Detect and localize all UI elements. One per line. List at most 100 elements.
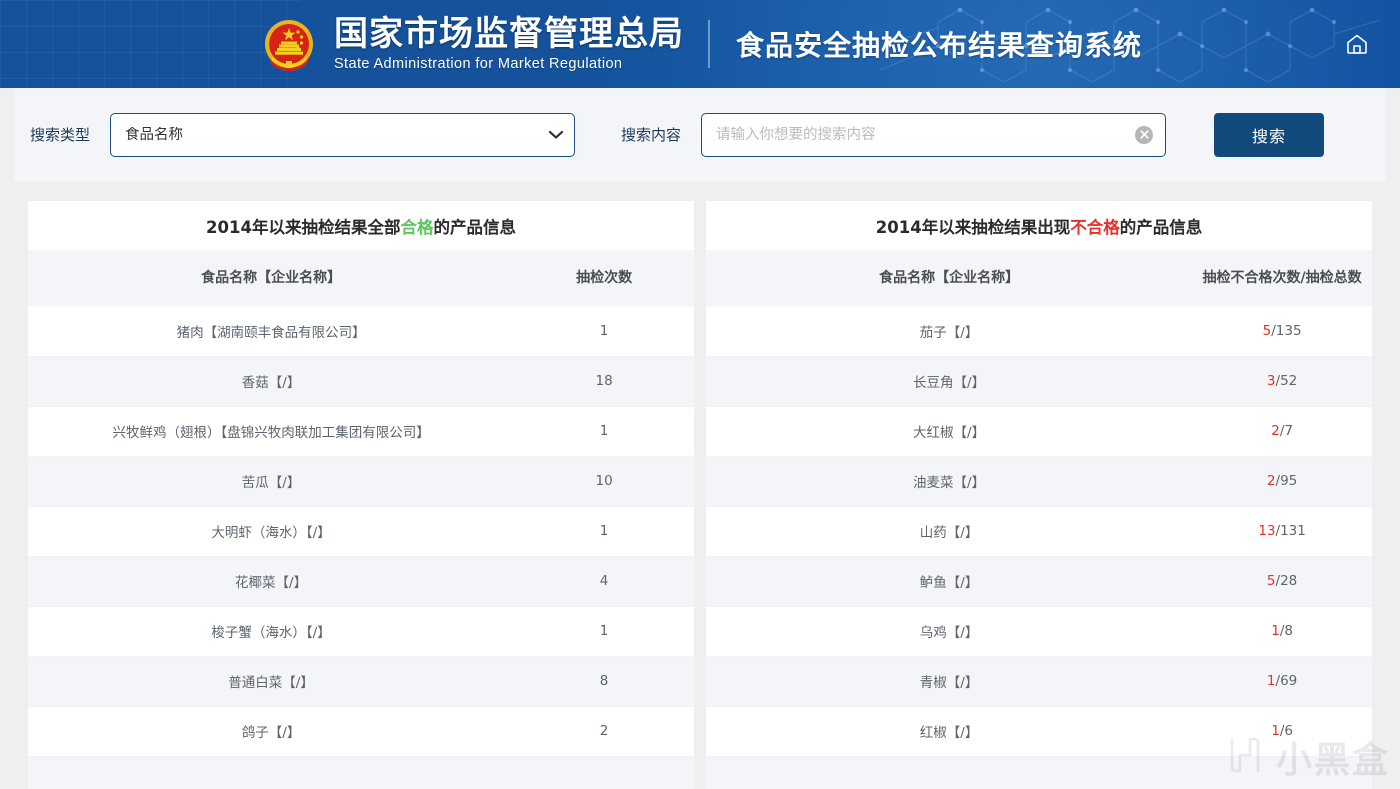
- table-row[interactable]: 乌鸡【/】 1/8: [706, 606, 1372, 657]
- table-row[interactable]: [28, 756, 694, 789]
- unqualified-title-suffix: 的产品信息: [1119, 217, 1203, 237]
- cell-food-name: 鲈鱼【/】: [706, 556, 1193, 607]
- total-count: /135: [1271, 322, 1302, 339]
- cell-food-name: 长豆角【/】: [706, 356, 1193, 407]
- cell-sample-count: 10: [514, 456, 694, 507]
- table-row[interactable]: 鲈鱼【/】 5/28: [706, 556, 1372, 607]
- org-name-cn: 国家市场监督管理总局: [333, 14, 684, 55]
- cell-food-name: 梭子蟹（海水）【/】: [28, 606, 515, 657]
- unqualified-products-table: 食品名称【企业名称】 抽检不合格次数/抽检总数 茄子【/】 5/135 长豆角【/】…: [706, 250, 1372, 789]
- cell-food-name: 大明虾（海水）【/】: [28, 506, 515, 557]
- table-row[interactable]: 兴牧鲜鸡（翅根）【盘锦兴牧肉联加工集团有限公司】 1: [28, 406, 694, 457]
- system-title: 食品安全抽检公布结果查询系统: [735, 29, 1142, 62]
- cell-food-name: 油麦菜【/】: [706, 456, 1193, 507]
- cell-food-name: 猪肉【湖南颐丰食品有限公司】: [28, 306, 515, 357]
- col-header-fail-ratio: 抽检不合格次数/抽检总数: [1192, 250, 1372, 306]
- cell-sample-count: 1: [514, 506, 694, 557]
- cell-food-name: 苦瓜【/】: [28, 456, 515, 507]
- cell-sample-count: 1: [514, 406, 694, 457]
- cell-fail-ratio: 2/95: [1192, 456, 1372, 507]
- org-name-en: State Administration for Market Regulati…: [333, 55, 623, 72]
- table-row[interactable]: 普通白菜【/】 8: [28, 656, 694, 707]
- cell-sample-count: 18: [514, 356, 694, 407]
- col-header-sample-count: 抽检次数: [514, 250, 694, 306]
- qualified-title-highlight: 合格: [400, 217, 434, 237]
- cell-food-name: 花椰菜【/】: [28, 556, 515, 607]
- total-count: /7: [1279, 423, 1293, 439]
- table-row[interactable]: 大明虾（海水）【/】 1: [28, 506, 694, 557]
- cell-fail-ratio: 5/28: [1192, 556, 1372, 607]
- qualified-panel-title: 2014年以来抽检结果全部 合格 的产品信息: [28, 201, 694, 250]
- total-count: /131: [1275, 523, 1306, 539]
- table-row[interactable]: [706, 756, 1372, 789]
- unqualified-title-highlight: 不合格: [1070, 217, 1120, 237]
- cell-food-name: 鸽子【/】: [28, 706, 515, 757]
- table-row[interactable]: 红椒【/】 1/6: [706, 706, 1372, 757]
- total-count: /95: [1275, 473, 1298, 489]
- search-input-wrap: [701, 112, 1167, 157]
- search-button[interactable]: 搜索: [1214, 112, 1325, 157]
- cell-sample-count: [514, 756, 694, 789]
- home-icon[interactable]: [1340, 27, 1374, 61]
- table-row[interactable]: 青椒【/】 1/69: [706, 656, 1372, 707]
- fail-count: 3: [1266, 373, 1276, 389]
- cell-food-name: 兴牧鲜鸡（翅根）【盘锦兴牧肉联加工集团有限公司】: [28, 406, 515, 457]
- cell-fail-ratio: 2/7: [1192, 406, 1372, 457]
- table-header-row: 食品名称【企业名称】 抽检次数: [28, 250, 694, 306]
- table-row[interactable]: 长豆角【/】 3/52: [706, 356, 1372, 407]
- search-input[interactable]: [701, 112, 1167, 157]
- table-row[interactable]: 茄子【/】 5/135: [706, 306, 1372, 357]
- cell-fail-ratio: 13/131: [1192, 506, 1372, 557]
- unqualified-title-prefix: 2014年以来抽检结果出现: [875, 217, 1071, 237]
- cell-sample-count: 8: [514, 656, 694, 707]
- cell-food-name: 茄子【/】: [706, 306, 1193, 357]
- qualified-products-table: 食品名称【企业名称】 抽检次数 猪肉【湖南颐丰食品有限公司】 1 香菇【/】 18 兴牧…: [28, 250, 694, 789]
- qualified-title-prefix: 2014年以来抽检结果全部: [206, 217, 401, 237]
- table-header-row: 食品名称【企业名称】 抽检不合格次数/抽检总数: [706, 250, 1372, 306]
- cell-fail-ratio: 1/69: [1192, 656, 1372, 707]
- table-row[interactable]: 山药【/】 13/131: [706, 506, 1372, 557]
- table-row[interactable]: 梭子蟹（海水）【/】 1: [28, 606, 694, 657]
- cell-sample-count: 1: [514, 606, 694, 657]
- cell-food-name: 红椒【/】: [706, 706, 1193, 757]
- brand-block: 国家市场监督管理总局 State Administration for Mark…: [333, 14, 684, 72]
- results-area: 2014年以来抽检结果全部 合格 的产品信息 食品名称【企业名称】 抽检次数 猪肉【…: [14, 181, 1386, 789]
- search-type-select[interactable]: 食品名称企业名称: [110, 112, 576, 157]
- page-body: 搜索类型 食品名称企业名称 搜索内容 搜索: [0, 88, 1400, 789]
- search-content-label: 搜索内容: [621, 126, 682, 144]
- total-count: /52: [1275, 373, 1298, 389]
- cell-sample-count: 1: [514, 306, 694, 357]
- china-national-emblem-icon: [258, 13, 320, 75]
- table-row[interactable]: 花椰菜【/】 4: [28, 556, 694, 607]
- fail-count: 1: [1271, 723, 1280, 739]
- table-row[interactable]: 苦瓜【/】 10: [28, 456, 694, 507]
- cell-fail-ratio: 5/135: [1192, 306, 1372, 357]
- col-header-food-name: 食品名称【企业名称】: [28, 250, 515, 306]
- cell-fail-ratio: 1/8: [1192, 606, 1372, 657]
- total-count: /6: [1279, 723, 1293, 739]
- table-row[interactable]: 大红椒【/】 2/7: [706, 406, 1372, 457]
- cell-fail-ratio: 1/6: [1192, 706, 1372, 757]
- unqualified-products-panel: 2014年以来抽检结果出现 不合格 的产品信息 食品名称【企业名称】 抽检不合格次数…: [706, 201, 1372, 789]
- clear-circle-icon[interactable]: [1135, 125, 1154, 144]
- fail-count: 5: [1262, 322, 1272, 339]
- cell-fail-ratio: 3/52: [1192, 356, 1372, 407]
- table-row[interactable]: 油麦菜【/】 2/95: [706, 456, 1372, 507]
- table-row[interactable]: 鸽子【/】 2: [28, 706, 694, 757]
- cell-food-name: 香菇【/】: [28, 356, 515, 407]
- header-divider: [707, 20, 710, 68]
- fail-count: 1: [1266, 673, 1276, 689]
- app-root: 国家市场监督管理总局 State Administration for Mark…: [0, 0, 1400, 789]
- search-toolbar: 搜索类型 食品名称企业名称 搜索内容 搜索: [14, 88, 1386, 181]
- cell-food-name: [706, 756, 1193, 789]
- qualified-table-body: 猪肉【湖南颐丰食品有限公司】 1 香菇【/】 18 兴牧鲜鸡（翅根）【盘锦兴牧肉联加工集…: [28, 306, 694, 789]
- table-row[interactable]: 猪肉【湖南颐丰食品有限公司】 1: [28, 306, 694, 357]
- unqualified-table-body: 茄子【/】 5/135 长豆角【/】 3/52 大红椒【/】 2/7 油麦菜【/】 2/95 山…: [706, 306, 1372, 789]
- fail-count: 2: [1266, 473, 1276, 489]
- cell-sample-count: 4: [514, 556, 694, 607]
- table-row[interactable]: 香菇【/】 18: [28, 356, 694, 407]
- total-count: /69: [1275, 673, 1298, 689]
- col-header-food-name: 食品名称【企业名称】: [706, 250, 1193, 306]
- qualified-title-suffix: 的产品信息: [433, 217, 516, 237]
- fail-count: 5: [1266, 573, 1276, 589]
